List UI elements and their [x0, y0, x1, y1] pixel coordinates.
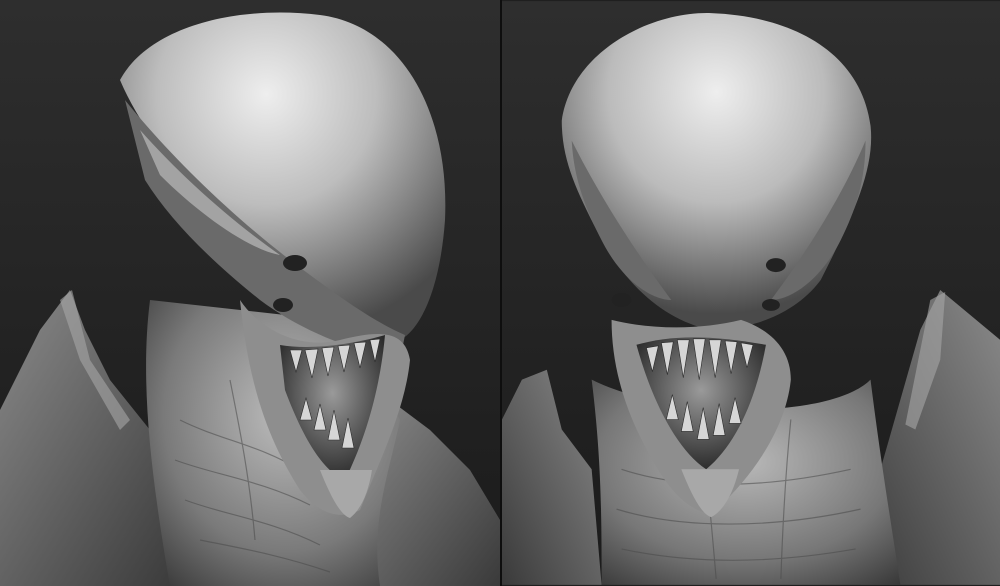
sculpt-render-front [502, 1, 1000, 585]
render-panel-three-quarter [0, 0, 500, 586]
sculpt-render-three-quarter [0, 0, 500, 586]
render-panel-front [500, 0, 1000, 586]
render-composite [0, 0, 1000, 586]
